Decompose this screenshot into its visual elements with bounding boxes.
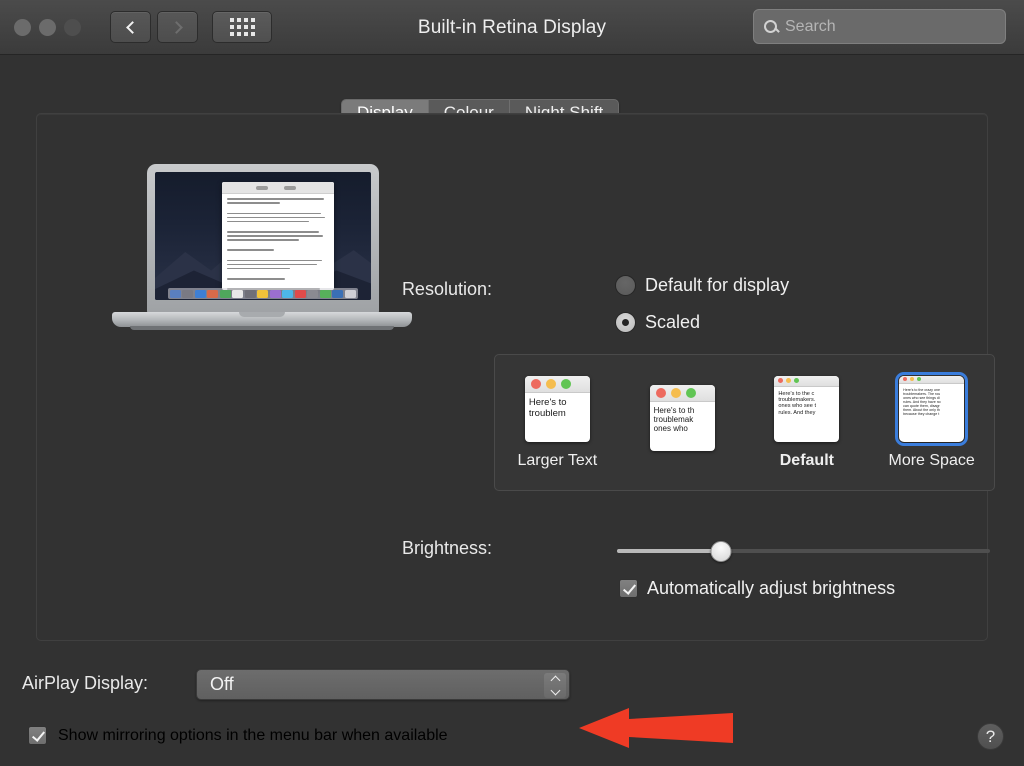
scaled-resolution-chooser: Here's to troublem Larger Text Here's to… — [494, 354, 995, 491]
document-titlebar — [221, 182, 335, 195]
macbook-foot — [130, 326, 394, 330]
preview-line: ones who — [653, 424, 688, 434]
resolution-thumb-caption: Larger Text — [517, 451, 598, 469]
resolution-preview-window: Here's to the crazy one troublemakers. T… — [895, 371, 969, 446]
mirroring-checkbox-row[interactable]: Show mirroring options in the menu bar w… — [28, 726, 448, 745]
preview-line: Here's to th — [653, 405, 695, 415]
radio-scaled[interactable] — [615, 312, 636, 333]
resolution-thumb-caption: More Space — [888, 451, 975, 469]
back-button[interactable] — [110, 11, 151, 43]
preview-line: because they change t — [903, 412, 940, 417]
navigation-buttons — [110, 11, 198, 43]
radio-default-label: Default for display — [645, 275, 790, 295]
search-input[interactable] — [785, 17, 995, 36]
auto-brightness-label: Automatically adjust brightness — [647, 578, 896, 598]
help-button[interactable]: ? — [977, 723, 1004, 750]
zoom-button[interactable] — [64, 19, 81, 36]
brightness-label: Brightness: — [401, 538, 492, 558]
chevron-updown-icon[interactable] — [544, 673, 566, 698]
forward-button[interactable] — [157, 11, 198, 43]
resolution-thumb-caption: Default — [779, 451, 834, 469]
chevron-left-icon — [125, 20, 139, 34]
auto-brightness-checkbox[interactable] — [619, 579, 638, 598]
titlebar: Built-in Retina Display — [0, 0, 1024, 55]
resolution-thumb-2[interactable]: Here's to th troublemak ones who — [620, 355, 745, 490]
mirroring-label: Show mirroring options in the menu bar w… — [58, 726, 448, 744]
brightness-slider[interactable] — [617, 541, 990, 562]
radio-scaled-label: Scaled — [645, 312, 701, 332]
resolution-preview-window: Here's to the c troublemakers. ones who … — [774, 375, 840, 442]
macbook-document-window — [221, 182, 335, 290]
system-preferences-window: Built-in Retina Display Display Colour N… — [0, 0, 1024, 766]
resolution-label: Resolution: — [401, 279, 492, 299]
minimize-button[interactable] — [39, 19, 56, 36]
resolution-thumb-default[interactable]: Here's to the c troublemakers. ones who … — [745, 355, 870, 490]
resolution-option-default[interactable]: Default for display — [615, 275, 789, 296]
document-text — [222, 194, 334, 290]
mirroring-checkbox[interactable] — [28, 726, 47, 745]
preview-line: rules. And they — [778, 409, 816, 416]
search-field[interactable] — [753, 9, 1006, 44]
resolution-option-scaled[interactable]: Scaled — [615, 312, 700, 333]
display-settings-panel: Resolution: Default for display Scaled H… — [36, 113, 995, 641]
close-button[interactable] — [14, 19, 31, 36]
chevron-right-icon — [169, 20, 183, 34]
resolution-preview-window: Here's to th troublemak ones who — [649, 384, 715, 451]
resolution-thumb-larger-text[interactable]: Here's to troublem Larger Text — [495, 355, 620, 490]
show-all-button[interactable] — [212, 11, 272, 43]
window-controls — [14, 19, 81, 36]
macbook-base — [112, 312, 412, 327]
slider-fill — [617, 549, 722, 553]
resolution-preview-window: Here's to troublem — [524, 375, 590, 442]
preview-line: troublemak — [653, 414, 694, 424]
radio-default-for-display[interactable] — [615, 275, 636, 296]
preview-line: Here's to — [528, 396, 567, 408]
grid-icon — [229, 18, 255, 36]
resolution-thumb-more-space[interactable]: Here's to the crazy one troublemakers. T… — [869, 355, 994, 490]
annotation-arrow-icon — [579, 708, 733, 748]
slider-knob[interactable] — [710, 541, 732, 562]
preview-line: troublem — [528, 407, 566, 419]
macbook-illustration — [112, 164, 412, 349]
airplay-label: AirPlay Display: — [21, 673, 148, 693]
airplay-selected-value: Off — [210, 674, 234, 694]
search-icon — [764, 20, 777, 33]
airplay-display-dropdown[interactable]: Off — [196, 669, 570, 700]
auto-brightness-row[interactable]: Automatically adjust brightness — [619, 578, 895, 599]
macbook-dock — [167, 288, 359, 299]
